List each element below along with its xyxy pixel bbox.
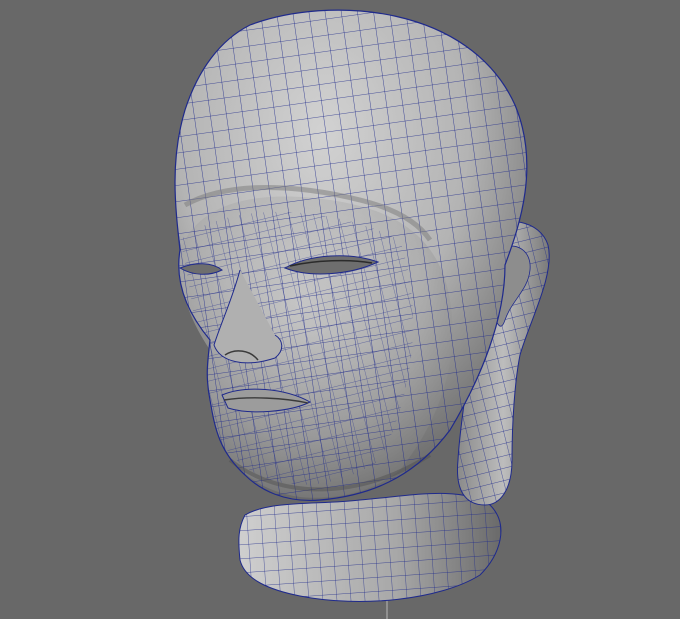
neck-mesh[interactable] [230, 490, 520, 619]
3d-viewport[interactable] [0, 0, 680, 619]
head-model-render[interactable] [0, 0, 680, 619]
